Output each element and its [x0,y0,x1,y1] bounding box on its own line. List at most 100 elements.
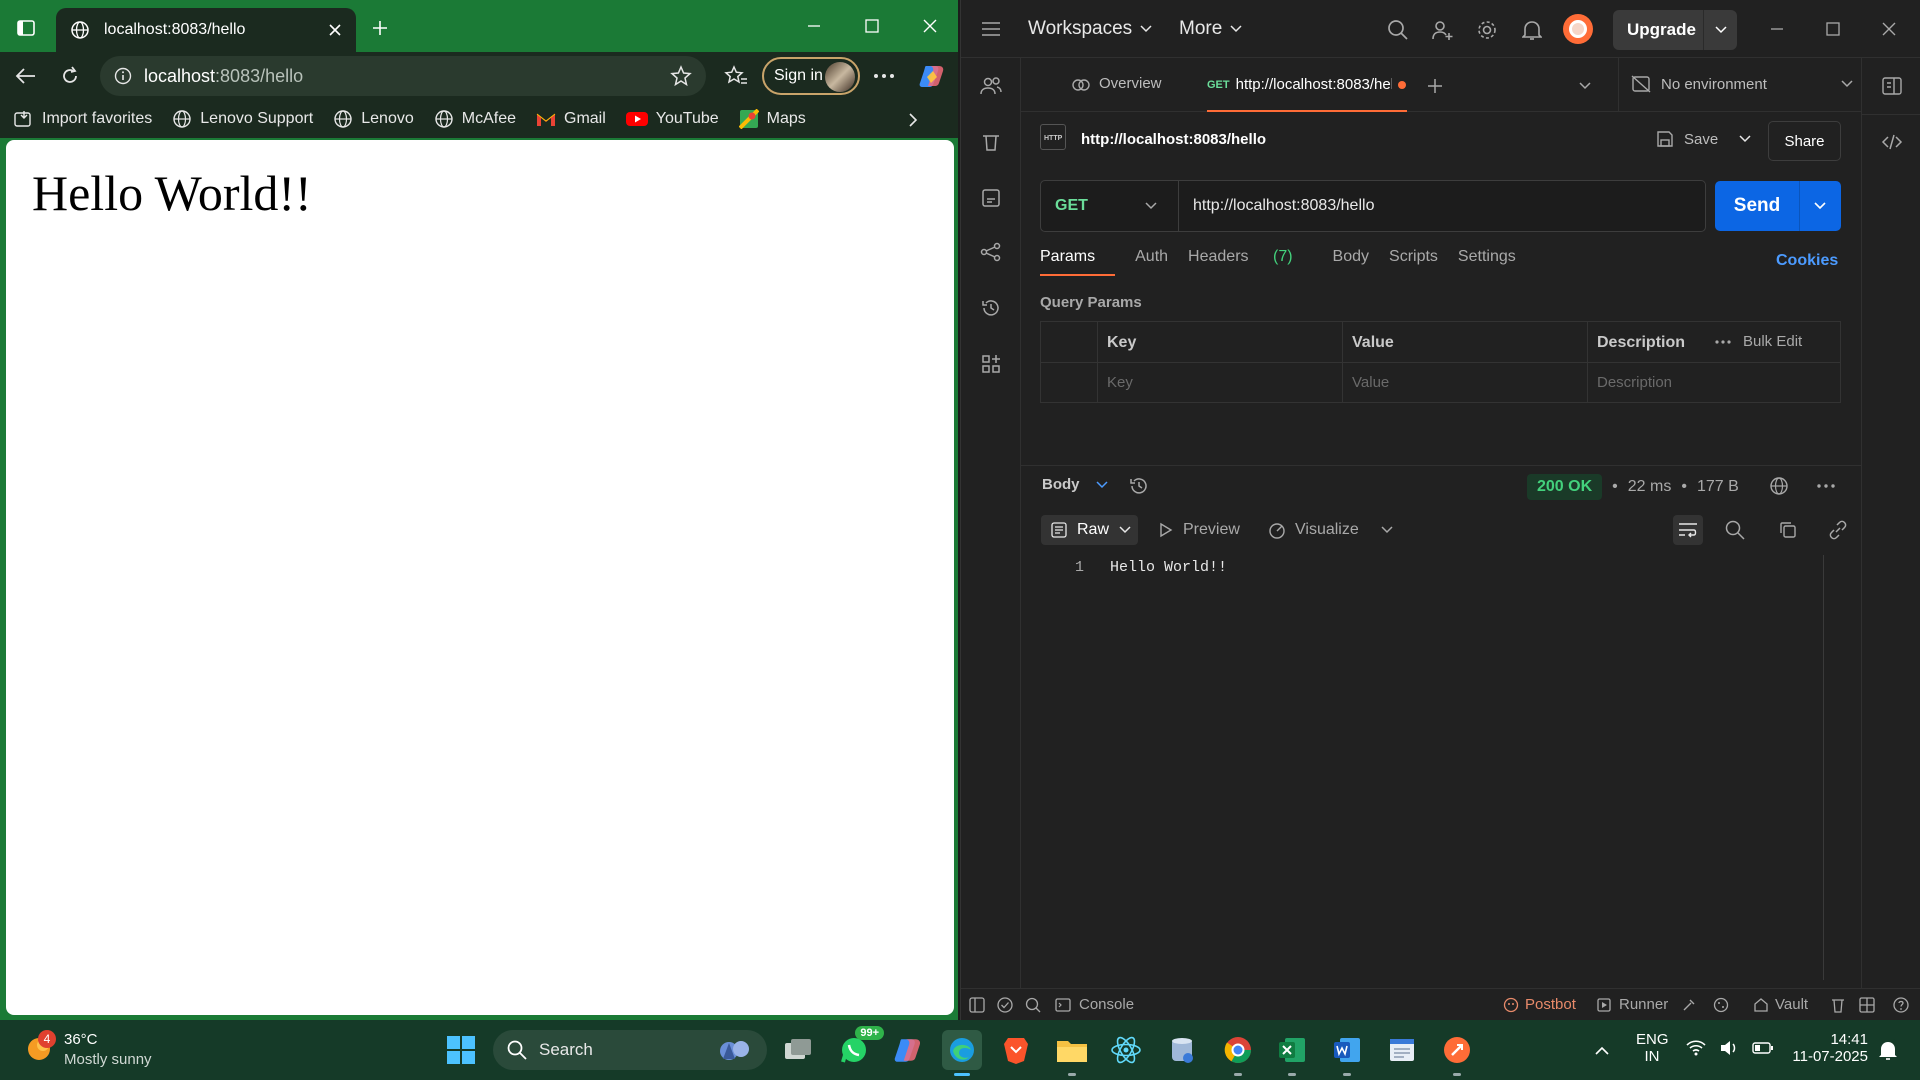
tabs-dropdown-icon[interactable] [1573,74,1597,98]
tab-body[interactable]: Body [1333,248,1369,276]
more-menu[interactable]: More [1179,18,1242,40]
tab-params[interactable]: Params [1040,248,1116,276]
layout-icon[interactable] [1859,997,1875,1013]
invite-user-icon[interactable] [1429,17,1455,43]
environments-icon[interactable] [977,184,1005,212]
copilot-icon[interactable] [914,60,950,92]
sidebar-toggle-icon[interactable] [969,997,985,1013]
postbot-button[interactable]: Postbot [1503,996,1576,1013]
search-icon[interactable] [1385,17,1411,43]
favorites-icon[interactable] [718,60,754,92]
weather-condition[interactable]: Mostly sunny [64,1051,152,1068]
workspaces-menu[interactable]: Workspaces [1028,18,1152,40]
star-icon[interactable] [670,65,692,87]
clock[interactable]: 14:41 11-07-2025 [1786,1031,1868,1065]
tab-scripts[interactable]: Scripts [1389,248,1438,276]
code-icon[interactable] [1878,128,1906,156]
environment-quicklook-icon[interactable] [1878,72,1906,100]
react-app-icon[interactable] [1106,1030,1146,1070]
trash-icon[interactable] [1831,997,1845,1013]
tab-overview[interactable]: Overview [1071,75,1162,92]
browser-tab[interactable]: localhost:8083/hello [56,8,356,52]
copilot-taskbar-icon[interactable] [888,1030,928,1070]
taskbar-search[interactable]: Search [493,1030,767,1070]
view-raw-select[interactable]: Raw [1041,515,1138,545]
trash-icon[interactable] [977,128,1005,156]
fav-maps[interactable]: Maps [738,109,806,129]
capture-icon[interactable] [1681,997,1697,1013]
tray-chevron-up-icon[interactable] [1590,1040,1614,1060]
fav-lenovo[interactable]: Lenovo [333,109,414,129]
notifications-icon[interactable] [1876,1038,1900,1062]
environment-selector[interactable]: No environment [1631,75,1853,93]
view-preview-button[interactable]: Preview [1159,521,1240,539]
tab-active-request[interactable]: GET http://localhost:8083/hello [1207,58,1407,112]
refresh-icon[interactable] [52,60,88,92]
fav-lenovo-support[interactable]: Lenovo Support [172,109,313,129]
tab-headers[interactable]: Headers (7) [1188,248,1313,276]
whatsapp-icon[interactable]: 99+ [834,1026,884,1070]
tab-settings[interactable]: Settings [1458,248,1516,276]
tab-auth[interactable]: Auth [1135,248,1168,276]
tab-actions-icon[interactable] [10,12,42,44]
status-check-icon[interactable] [997,997,1013,1013]
console-button[interactable]: Console [1055,996,1134,1013]
hamburger-menu-icon[interactable] [979,17,1003,41]
cookies-link[interactable]: Cookies [1776,252,1838,270]
runner-button[interactable]: Runner [1597,996,1668,1013]
new-request-tab-icon[interactable] [1423,74,1447,98]
windows-start-icon[interactable] [441,1030,481,1070]
new-tab-icon[interactable] [364,12,396,44]
url-input[interactable]: http://localhost:8083/hello [1193,181,1374,231]
network-globe-icon[interactable] [1767,474,1791,498]
word-icon[interactable] [1327,1030,1367,1076]
vault-button[interactable]: Vault [1753,996,1808,1013]
user-avatar[interactable] [1563,14,1593,44]
find-icon[interactable] [1025,997,1041,1013]
response-body-select[interactable]: Body [1042,476,1108,493]
sign-in-button[interactable]: Sign in [762,57,860,95]
weather-icon[interactable]: 4 [24,1030,56,1062]
send-button[interactable]: Send [1715,181,1841,231]
method-select[interactable]: GET [1041,181,1179,231]
response-size[interactable]: 177 B [1697,478,1739,496]
notepad-icon[interactable] [1382,1030,1422,1070]
help-icon[interactable] [1893,997,1909,1013]
gear-icon[interactable] [1474,17,1500,43]
language-indicator[interactable]: ENG IN [1636,1031,1669,1065]
value-input[interactable]: Value [1352,374,1389,391]
postman-taskbar-icon[interactable] [1437,1030,1477,1076]
task-view-icon[interactable] [778,1030,818,1070]
response-time[interactable]: 22 ms [1628,478,1672,496]
copy-icon[interactable] [1776,518,1800,542]
wrap-lines-icon[interactable] [1673,515,1703,545]
fav-gmail[interactable]: Gmail [536,110,606,128]
history-icon[interactable] [977,294,1005,322]
save-button[interactable]: Save [1656,130,1751,148]
postman-close-icon[interactable] [1861,3,1917,55]
address-bar[interactable]: localhost:8083/hello [100,56,706,96]
back-arrow-icon[interactable] [8,60,44,92]
response-more-icon[interactable] [1814,474,1838,498]
file-explorer-icon[interactable] [1052,1030,1092,1076]
more-options-icon[interactable] [866,60,902,92]
maximize-icon[interactable] [844,0,900,52]
chrome-icon[interactable] [1218,1030,1258,1076]
response-history-icon[interactable] [1127,474,1151,498]
bulk-edit-button[interactable]: Bulk Edit [1715,333,1802,350]
cookies-icon[interactable] [1713,997,1729,1013]
chevron-right-icon[interactable] [900,108,926,132]
link-icon[interactable] [1826,518,1850,542]
postman-maximize-icon[interactable] [1805,3,1861,55]
flows-icon[interactable] [977,238,1005,266]
scrollbar-track[interactable] [1823,555,1824,980]
temperature[interactable]: 36°C [64,1031,98,1048]
window-close-icon[interactable] [902,0,958,52]
bell-icon[interactable] [1519,17,1545,43]
fav-mcafee[interactable]: McAfee [434,109,516,129]
status-badge[interactable]: 200 OK [1527,474,1603,500]
view-visualize-button[interactable]: Visualize [1267,521,1393,539]
description-input[interactable]: Description [1597,374,1672,391]
chevron-down-icon[interactable] [1814,202,1826,210]
response-search-icon[interactable] [1723,518,1747,542]
